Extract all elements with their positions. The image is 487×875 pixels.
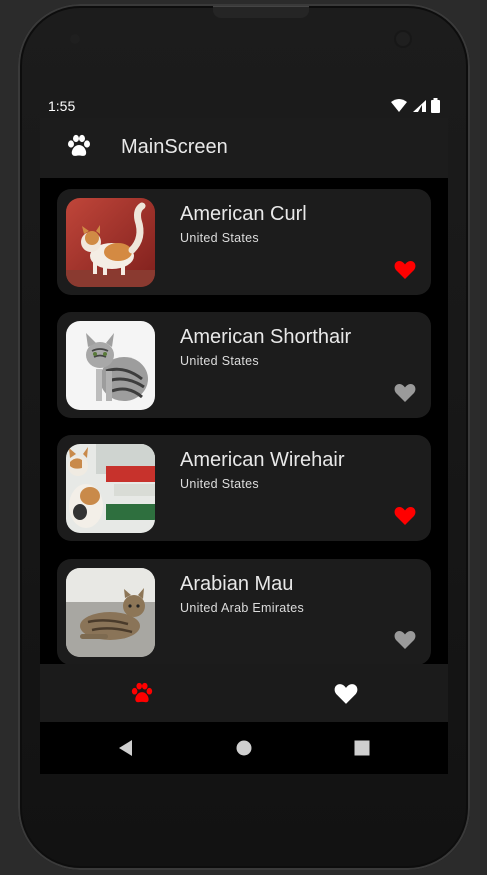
breed-name: Arabian Mau (180, 573, 294, 595)
breed-name: American Shorthair (180, 326, 352, 348)
breed-photo (66, 321, 155, 410)
favorite-heart-icon[interactable] (394, 260, 416, 280)
page-title: MainScreen (121, 136, 228, 158)
favorite-heart-icon[interactable] (394, 630, 416, 650)
phone-speaker (213, 6, 309, 18)
home-icon[interactable] (234, 738, 254, 758)
phone-sensor (394, 30, 412, 48)
nav-breeds-paw-icon[interactable] (130, 682, 154, 706)
breed-list[interactable]: American Curl United States American Sho… (40, 178, 448, 664)
device-screen: 1:55 MainScreen American Curl United Sta… (40, 94, 448, 774)
breed-card[interactable]: American Wirehair United States (57, 435, 431, 541)
bottom-navigation (40, 664, 448, 722)
breed-origin: United States (180, 354, 259, 368)
breed-origin: United Arab Emirates (180, 601, 305, 615)
back-icon[interactable] (116, 738, 136, 758)
favorite-heart-icon[interactable] (394, 506, 416, 526)
nav-favorites-heart-icon[interactable] (334, 682, 358, 706)
favorite-heart-icon[interactable] (394, 383, 416, 403)
breed-origin: United States (180, 477, 259, 491)
wifi-icon (391, 98, 407, 112)
breed-photo (66, 444, 155, 533)
breed-card[interactable]: American Curl United States (57, 189, 431, 295)
battery-icon (431, 98, 440, 113)
breed-photo (66, 198, 155, 287)
breed-name: American Curl (180, 203, 307, 225)
breed-photo (66, 568, 155, 657)
status-time: 1:55 (48, 98, 76, 114)
status-bar: 1:55 (40, 94, 448, 118)
phone-camera (70, 34, 80, 44)
system-navigation-bar (40, 722, 448, 774)
signal-icon (413, 99, 426, 112)
recents-icon[interactable] (352, 738, 372, 758)
app-bar: MainScreen (40, 118, 448, 178)
breed-origin: United States (180, 231, 259, 245)
breed-card[interactable]: American Shorthair United States (57, 312, 431, 418)
paw-icon[interactable] (66, 134, 92, 160)
breed-card[interactable]: Arabian Mau United Arab Emirates (57, 559, 431, 664)
breed-name: American Wirehair (180, 449, 345, 471)
status-icons (391, 98, 440, 113)
